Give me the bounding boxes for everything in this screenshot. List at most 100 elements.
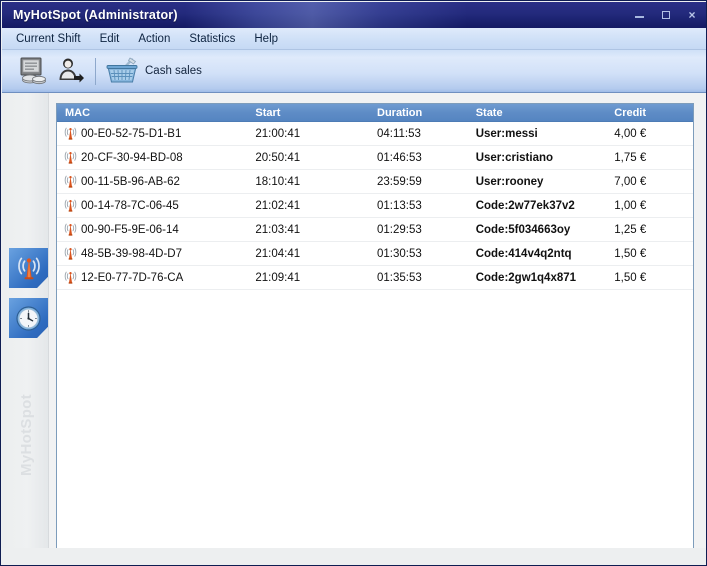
cell-state: User:cristiano <box>475 151 554 164</box>
menu-item-statistics[interactable]: Statistics <box>189 31 244 47</box>
menu-item-edit[interactable]: Edit <box>100 31 129 47</box>
sidebar-tab-hotspot[interactable] <box>9 248 48 288</box>
cell-state: Code:2w77ek37v2 <box>475 199 575 212</box>
cell-duration: 01:46:53 <box>377 151 422 164</box>
table-row[interactable]: 00-E0-52-75-D1-B1 21:00:41 04:11:53 User:me… <box>57 122 693 146</box>
mac-address-text: 00-11-5B-96-AB-62 <box>81 175 180 188</box>
shopping-basket-icon <box>106 57 138 83</box>
body-area: MyHotSpot MAC Start Duration State Credi… <box>2 93 706 565</box>
cell-mac: 48-5B-39-98-4D-D7 <box>57 246 255 261</box>
cell-credit: 7,00 € <box>614 175 647 188</box>
cell-start: 21:02:41 <box>255 199 301 212</box>
cell-credit: 1,00 € <box>614 199 647 212</box>
cell-mac: 00-11-5B-96-AB-62 <box>57 174 255 189</box>
cash-sales-button[interactable]: Cash sales <box>105 52 210 90</box>
table-row[interactable]: 00-90-F5-9E-06-14 21:03:41 01:29:53 Code:5f… <box>57 218 693 242</box>
cash-register-button[interactable] <box>16 52 52 90</box>
mac-address-text: 00-14-78-7C-06-45 <box>81 199 179 212</box>
cell-duration: 01:35:53 <box>377 271 422 284</box>
column-header-duration[interactable]: Duration <box>377 107 476 119</box>
cell-credit: 4,00 € <box>614 127 647 140</box>
clock-icon <box>16 305 41 331</box>
antenna-icon <box>64 127 77 140</box>
cell-state: Code:5f034663oy <box>475 223 571 236</box>
cell-duration: 01:29:53 <box>377 223 422 236</box>
antenna-icon <box>64 223 77 236</box>
cell-duration: 04:11:53 <box>377 127 421 140</box>
cell-credit: 1,25 € <box>614 223 647 236</box>
toolbar-separator <box>95 57 96 85</box>
user-logout-button[interactable] <box>52 52 88 90</box>
cell-state: User:messi <box>475 127 538 140</box>
window-controls: × <box>633 2 699 28</box>
column-header-mac[interactable]: MAC <box>57 107 255 119</box>
minimize-button[interactable] <box>633 8 647 22</box>
mac-address-text: 00-90-F5-9E-06-14 <box>81 223 179 236</box>
table-row[interactable]: 48-5B-39-98-4D-D7 21:04:41 01:30:53 Code:41… <box>57 242 693 266</box>
cell-duration: 01:30:53 <box>377 247 422 260</box>
toolbar: Cash sales <box>2 50 706 93</box>
column-header-state[interactable]: State <box>476 107 615 119</box>
cell-start: 21:03:41 <box>255 223 301 236</box>
minimize-icon <box>635 16 644 18</box>
cell-mac: 00-E0-52-75-D1-B1 <box>57 126 255 141</box>
table-row[interactable]: 00-11-5B-96-AB-62 18:10:41 23:59:59 User:ro… <box>57 170 693 194</box>
menu-item-action[interactable]: Action <box>138 31 179 47</box>
cell-mac: 00-90-F5-9E-06-14 <box>57 222 255 237</box>
title-bar: MyHotSpot (Administrator) × <box>2 2 706 28</box>
cash-sales-label: Cash sales <box>145 65 202 77</box>
maximize-icon <box>662 11 670 19</box>
cash-stack-icon <box>20 57 46 85</box>
cell-state: Code:2gw1q4x871 <box>475 271 577 284</box>
antenna-icon <box>64 199 77 212</box>
cell-state: Code:414v4q2ntq <box>475 247 572 260</box>
cell-start: 21:04:41 <box>255 247 301 260</box>
sidebar-brand-label: MyHotSpot <box>18 394 35 476</box>
mac-address-text: 48-5B-39-98-4D-D7 <box>81 247 182 260</box>
antenna-icon <box>64 247 77 260</box>
mac-address-text: 12-E0-77-7D-76-CA <box>81 271 184 284</box>
antenna-icon <box>64 175 77 188</box>
table-body: 00-E0-52-75-D1-B1 21:00:41 04:11:53 User:me… <box>57 122 693 290</box>
cell-start: 21:00:41 <box>255 127 301 140</box>
antenna-icon <box>64 151 77 164</box>
cell-start: 21:09:41 <box>255 271 301 284</box>
column-header-credit[interactable]: Credit <box>614 107 693 119</box>
antenna-icon <box>64 271 77 284</box>
table-row[interactable]: 12-E0-77-7D-76-CA 21:09:41 01:35:53 Code:2g… <box>57 266 693 290</box>
wifi-antenna-icon <box>17 257 40 280</box>
table-empty-area <box>57 290 693 554</box>
cell-start: 20:50:41 <box>255 151 301 164</box>
window-bottom-strip <box>2 548 706 565</box>
cell-mac: 20-CF-30-94-BD-08 <box>57 150 255 165</box>
menu-item-help[interactable]: Help <box>254 31 287 47</box>
cell-credit: 1,50 € <box>614 271 647 284</box>
sessions-table-panel: MAC Start Duration State Credit 00-E0-52… <box>56 103 694 555</box>
column-header-start[interactable]: Start <box>255 107 377 119</box>
cell-credit: 1,50 € <box>614 247 647 260</box>
cell-credit: 1,75 € <box>614 151 647 164</box>
table-row[interactable]: 00-14-78-7C-06-45 21:02:41 01:13:53 Code:2w… <box>57 194 693 218</box>
menu-bar: Current Shift Edit Action Statistics Hel… <box>2 28 706 50</box>
table-header-row: MAC Start Duration State Credit <box>57 104 693 122</box>
cell-start: 18:10:41 <box>255 175 301 188</box>
sidebar-tab-clock[interactable] <box>9 298 48 338</box>
sidebar: MyHotSpot <box>2 93 49 565</box>
application-window: MyHotSpot (Administrator) × Current Shif… <box>0 0 707 566</box>
cell-duration: 01:13:53 <box>377 199 422 212</box>
sidebar-tab-hotspot-icon-wrap <box>9 248 48 288</box>
cell-duration: 23:59:59 <box>377 175 422 188</box>
user-logout-icon <box>59 58 84 83</box>
sidebar-tab-clock-icon-wrap <box>9 298 48 338</box>
cell-mac: 00-14-78-7C-06-45 <box>57 198 255 213</box>
cell-mac: 12-E0-77-7D-76-CA <box>57 270 255 285</box>
mac-address-text: 20-CF-30-94-BD-08 <box>81 151 183 164</box>
table-row[interactable]: 20-CF-30-94-BD-08 20:50:41 01:46:53 User:cr… <box>57 146 693 170</box>
cell-state: User:rooney <box>475 175 544 188</box>
window-title: MyHotSpot (Administrator) <box>13 8 178 22</box>
close-icon: × <box>688 8 696 22</box>
maximize-button[interactable] <box>659 8 673 22</box>
close-button[interactable]: × <box>685 8 699 22</box>
menu-item-current-shift[interactable]: Current Shift <box>16 31 90 47</box>
mac-address-text: 00-E0-52-75-D1-B1 <box>81 127 182 140</box>
